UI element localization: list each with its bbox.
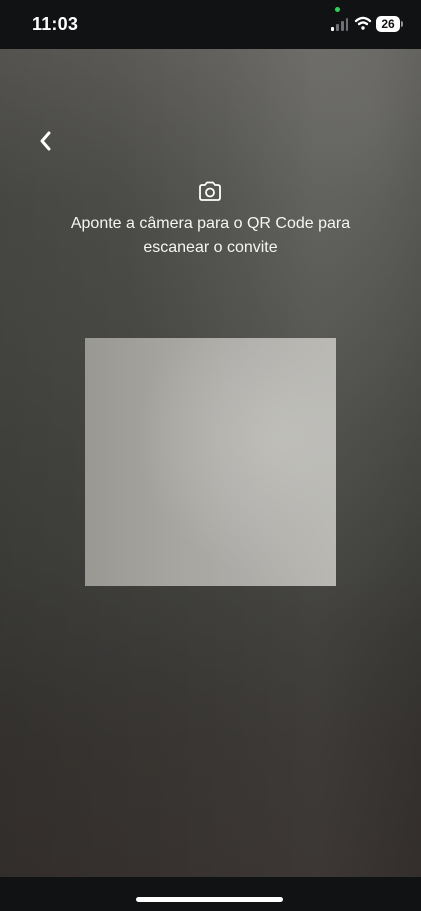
qr-scan-area: [85, 338, 336, 586]
scan-instruction: Aponte a câmera para o QR Code para esca…: [55, 212, 366, 260]
privacy-indicator-dot: [335, 7, 340, 12]
qr-scanner-screen: 11:03 26 Aponte a câmera para o QR Code …: [0, 0, 421, 911]
scan-instruction-line-1: Aponte a câmera para o QR Code para: [70, 215, 351, 232]
wifi-icon: [354, 16, 372, 30]
status-bar: 11:03 26: [0, 0, 421, 49]
camera-icon: [199, 181, 221, 201]
signal-icon: [331, 18, 348, 31]
battery-icon: 26: [376, 16, 405, 32]
back-button[interactable]: [35, 128, 57, 154]
home-indicator[interactable]: [136, 897, 283, 902]
status-time: 11:03: [32, 14, 79, 34]
battery-cap: [401, 21, 403, 27]
battery-level: 26: [376, 16, 400, 32]
home-indicator-area: [0, 877, 421, 911]
scan-instruction-line-2: escanear o convite: [143, 239, 278, 256]
